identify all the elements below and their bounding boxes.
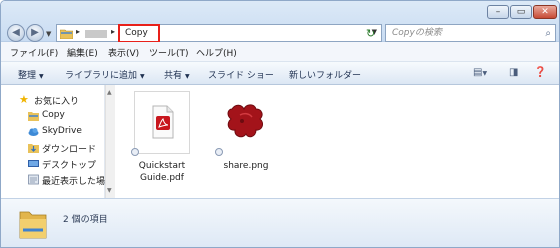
nav-item-skydrive[interactable]: SkyDrive — [1, 124, 105, 140]
file-name: share.png — [211, 160, 281, 172]
preview-pane-icon[interactable]: ◨ — [509, 67, 518, 78]
search-placeholder: Copyの検索 — [392, 28, 442, 38]
nav-item-label: Copy — [42, 110, 65, 120]
minimize-button[interactable]: – — [487, 5, 509, 19]
file-list: Quickstart Guide.pdf share.png — [116, 85, 559, 198]
recent-pages-dropdown-icon[interactable]: ▼ — [46, 30, 51, 38]
breadcrumb-separator[interactable]: ▸ — [76, 27, 80, 36]
desktop-icon — [28, 160, 39, 167]
breadcrumb-current-folder[interactable]: Copy — [118, 24, 160, 43]
nav-item-downloads[interactable]: ダウンロード — [1, 140, 105, 156]
menu-tools[interactable]: ツール(T) — [149, 46, 189, 59]
organize-label: 整理 — [18, 71, 37, 81]
item-count: 2 個の項目 — [63, 215, 108, 225]
menu-bar: ファイル(F) 編集(E) 表示(V) ツール(T) ヘルプ(H) — [1, 42, 559, 62]
sync-status-icon — [215, 148, 223, 156]
folder-icon — [19, 211, 47, 239]
nav-item-label: デスクトップ — [42, 161, 97, 171]
skydrive-icon — [28, 128, 39, 136]
star-icon: ★ — [19, 93, 29, 106]
file-thumbnail — [134, 91, 190, 154]
file-name-line: Guide.pdf — [140, 173, 184, 183]
share-button[interactable]: 共有 ▼ — [164, 68, 190, 81]
redacted-breadcrumb[interactable] — [85, 30, 107, 38]
address-bar[interactable]: ▸ ▸ Copy ▼ — [56, 24, 382, 43]
breadcrumb-separator[interactable]: ▸ — [111, 27, 115, 36]
navigation-pane: ★ お気に入り Copy SkyDrive ダウンロード デスクトップ 最近表示… — [1, 85, 105, 198]
maximize-button[interactable]: ▭ — [510, 5, 532, 19]
png-file-icon — [227, 104, 264, 138]
help-icon[interactable]: ❓ — [534, 67, 546, 78]
new-folder-button[interactable]: 新しいフォルダー — [289, 68, 361, 81]
file-name: Quickstart Guide.pdf — [127, 160, 197, 184]
back-button[interactable]: ◀ — [7, 24, 25, 42]
copy-folder-icon — [28, 112, 39, 121]
file-name-line: share.png — [223, 161, 269, 171]
refresh-icon[interactable]: ↻ — [366, 27, 375, 40]
share-label: 共有 — [164, 71, 183, 81]
file-thumbnail — [218, 91, 274, 154]
nav-item-label: 最近表示した場所 — [42, 177, 105, 187]
forward-button[interactable]: ▶ — [26, 24, 44, 42]
explorer-window: – ▭ ✕ ◀ ▶ ▼ ▸ ▸ Copy ▼ ↻ Copyの検索 ⌕ ファイル(… — [0, 0, 560, 248]
menu-help[interactable]: ヘルプ(H) — [196, 46, 237, 59]
menu-view[interactable]: 表示(V) — [108, 46, 139, 59]
title-bar: – ▭ ✕ ◀ ▶ ▼ ▸ ▸ Copy ▼ ↻ Copyの検索 ⌕ — [1, 1, 559, 43]
navpane-scrollbar[interactable]: ▲ ▼ — [105, 85, 115, 198]
scroll-down-icon[interactable]: ▼ — [107, 187, 112, 194]
file-name-line: Quickstart — [138, 161, 186, 171]
close-button[interactable]: ✕ — [533, 5, 557, 19]
nav-favorites-label: お気に入り — [34, 97, 80, 107]
nav-item-recent-places[interactable]: 最近表示した場所 — [1, 172, 105, 188]
chevron-down-icon: ▼ — [185, 73, 190, 80]
nav-item-desktop[interactable]: デスクトップ — [1, 156, 105, 172]
folder-icon — [60, 29, 73, 39]
nav-item-label: SkyDrive — [42, 126, 82, 136]
details-pane: 2 個の項目 — [1, 198, 559, 247]
chevron-down-icon: ▼ — [140, 73, 145, 80]
menu-edit[interactable]: 編集(E) — [67, 46, 98, 59]
nav-item-label: ダウンロード — [42, 145, 97, 155]
chevron-down-icon: ▼ — [39, 73, 44, 80]
sync-status-icon — [131, 148, 139, 156]
add-to-library-button[interactable]: ライブラリに追加 ▼ — [65, 68, 145, 81]
command-bar: 整理 ▼ ライブラリに追加 ▼ 共有 ▼ スライド ショー 新しいフォルダー ▤▼ ◨… — [1, 62, 559, 85]
menu-file[interactable]: ファイル(F) — [10, 46, 58, 59]
search-input[interactable]: Copyの検索 ⌕ — [385, 24, 556, 42]
organize-button[interactable]: 整理 ▼ — [18, 68, 44, 81]
slideshow-button[interactable]: スライド ショー — [208, 68, 274, 81]
add-to-library-label: ライブラリに追加 — [65, 71, 138, 81]
download-folder-icon — [28, 144, 39, 153]
nav-favorites[interactable]: ★ お気に入り — [1, 92, 105, 108]
recent-places-icon — [28, 174, 39, 185]
search-icon[interactable]: ⌕ — [545, 26, 551, 42]
nav-item-copy[interactable]: Copy — [1, 108, 105, 124]
view-options-icon[interactable]: ▤▼ — [473, 67, 487, 78]
scroll-up-icon[interactable]: ▲ — [107, 89, 112, 96]
pdf-file-icon — [152, 105, 174, 139]
